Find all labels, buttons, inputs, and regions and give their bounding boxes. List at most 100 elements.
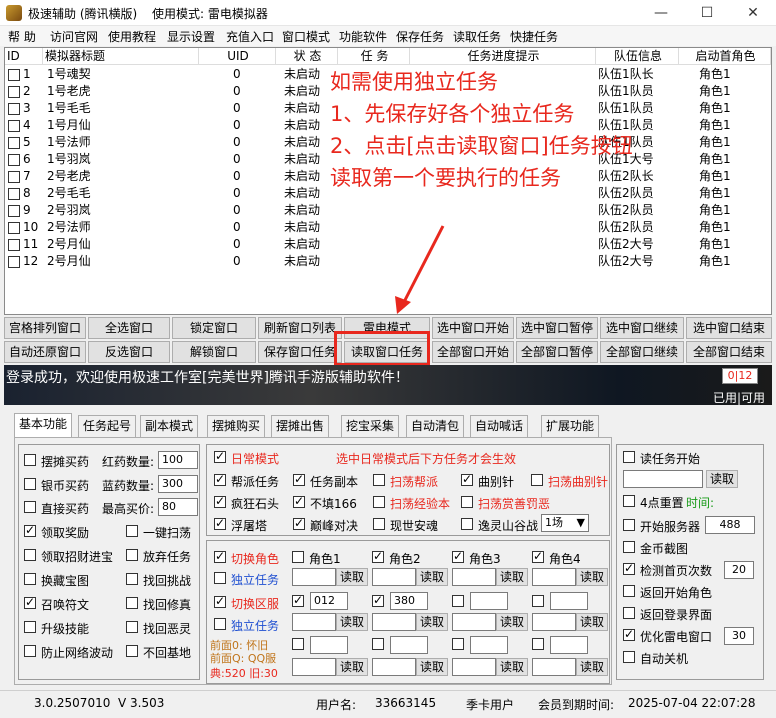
row-id-cell[interactable]: 7: [8, 168, 42, 185]
row-checkbox[interactable]: [8, 187, 20, 200]
role-task-input[interactable]: [452, 568, 496, 586]
role-task-input[interactable]: [372, 613, 416, 631]
row-checkbox[interactable]: [8, 255, 20, 268]
stop-all-button[interactable]: 全部窗口结束: [686, 341, 772, 363]
server2-input[interactable]: [310, 636, 348, 654]
daily-task-checkbox[interactable]: [373, 518, 385, 530]
row-id-cell[interactable]: 9: [8, 202, 42, 219]
tab-task-start[interactable]: 任务起号: [78, 415, 137, 437]
daily-task-checkbox[interactable]: [214, 494, 226, 508]
role-task-input[interactable]: [452, 613, 496, 631]
col-id[interactable]: ID: [5, 48, 43, 65]
table-row[interactable]: 9 2号羽岚 0 未启动 队伍2队员 角色1: [5, 202, 771, 219]
stop-selected-button[interactable]: 选中窗口结束: [686, 317, 772, 339]
server2-checkbox[interactable]: [452, 638, 464, 650]
switch-server-checkbox[interactable]: [214, 594, 226, 608]
role-read-button[interactable]: 读取: [576, 613, 608, 631]
blue-potion-input[interactable]: 300: [158, 475, 198, 493]
pause-all-button[interactable]: 全部窗口暂停: [516, 341, 598, 363]
menu-website[interactable]: 访问官网: [50, 28, 98, 45]
role-read-button[interactable]: 读取: [416, 613, 448, 631]
left-item-checkbox[interactable]: [24, 549, 36, 561]
auto-shutdown-checkbox[interactable]: [623, 651, 635, 663]
row-id-cell[interactable]: 5: [8, 134, 42, 151]
right-item-checkbox[interactable]: [126, 549, 138, 561]
role-checkbox[interactable]: [532, 549, 544, 563]
menu-read-task[interactable]: 读取任务: [453, 28, 501, 45]
server-checkbox[interactable]: [452, 595, 464, 607]
role-checkbox[interactable]: [452, 549, 464, 563]
role-read-button[interactable]: 读取: [336, 568, 368, 586]
server-input[interactable]: 012: [310, 592, 348, 610]
right-item-checkbox[interactable]: [126, 621, 138, 633]
resume-selected-button[interactable]: 选中窗口继续: [600, 317, 684, 339]
independent-task2-checkbox[interactable]: [214, 618, 226, 630]
battle-select[interactable]: 1场 ▼: [541, 514, 589, 532]
select-all-button[interactable]: 全选窗口: [88, 317, 170, 339]
unlock-window-button[interactable]: 解锁窗口: [172, 341, 256, 363]
start-server-checkbox[interactable]: [623, 519, 635, 531]
detect-home-checkbox[interactable]: [623, 561, 635, 575]
menu-help[interactable]: 帮 助: [8, 28, 36, 45]
left-item-checkbox[interactable]: [24, 621, 36, 633]
col-status[interactable]: 状 态: [276, 48, 338, 65]
role-task-input[interactable]: [372, 658, 416, 676]
daily-task-checkbox[interactable]: [531, 474, 543, 486]
tab-auto-shout[interactable]: 自动喊话: [470, 415, 529, 437]
role-read-button[interactable]: 读取: [416, 568, 448, 586]
server-checkbox[interactable]: [372, 593, 384, 607]
role-checkbox[interactable]: [292, 551, 304, 563]
server2-checkbox[interactable]: [372, 638, 384, 650]
server2-input[interactable]: [470, 636, 508, 654]
row-id-cell[interactable]: 8: [8, 185, 42, 202]
menu-tutorial[interactable]: 使用教程: [108, 28, 156, 45]
left-item-checkbox[interactable]: [24, 478, 36, 490]
daily-task-checkbox[interactable]: [293, 494, 305, 508]
server2-checkbox[interactable]: [532, 638, 544, 650]
col-progress[interactable]: 任务进度提示: [410, 48, 596, 65]
read-task-start-checkbox[interactable]: [623, 451, 635, 463]
daily-task-checkbox[interactable]: [293, 516, 305, 530]
tab-basic[interactable]: 基本功能: [14, 413, 73, 437]
row-id-cell[interactable]: 2: [8, 83, 42, 100]
col-uid[interactable]: UID: [199, 48, 276, 65]
independent-task-checkbox[interactable]: [214, 572, 226, 584]
tab-dungeon[interactable]: 副本模式: [140, 415, 199, 437]
reset-4-checkbox[interactable]: [623, 495, 635, 507]
grid-arrange-button[interactable]: 宫格排列窗口: [4, 317, 86, 339]
auto-restore-button[interactable]: 自动还原窗口: [4, 341, 86, 363]
row-checkbox[interactable]: [8, 153, 20, 166]
server2-checkbox[interactable]: [292, 638, 304, 650]
refresh-list-button[interactable]: 刷新窗口列表: [258, 317, 342, 339]
row-checkbox[interactable]: [8, 204, 20, 217]
tab-extend[interactable]: 扩展功能: [541, 415, 600, 437]
daily-task-checkbox[interactable]: [461, 518, 473, 530]
server-input[interactable]: [470, 592, 508, 610]
row-checkbox[interactable]: [8, 238, 20, 251]
role-task-input[interactable]: [292, 613, 336, 631]
start-server-input[interactable]: 488: [705, 516, 755, 534]
max-price-input[interactable]: 80: [158, 498, 198, 516]
close-button[interactable]: ✕: [730, 0, 776, 26]
menu-display[interactable]: 显示设置: [167, 28, 215, 45]
role-read-button[interactable]: 读取: [496, 568, 528, 586]
server2-input[interactable]: [390, 636, 428, 654]
emulator-list[interactable]: ID 模拟器标题 UID 状 态 任 务 任务进度提示 队伍信息 启动首角色 1…: [4, 47, 772, 315]
row-checkbox[interactable]: [8, 85, 20, 98]
role-read-button[interactable]: 读取: [576, 568, 608, 586]
daily-task-checkbox[interactable]: [214, 472, 226, 486]
col-role[interactable]: 启动首角色: [679, 48, 771, 65]
row-id-cell[interactable]: 10: [8, 219, 42, 236]
minimize-button[interactable]: —: [638, 0, 684, 26]
lock-window-button[interactable]: 锁定窗口: [172, 317, 256, 339]
row-id-cell[interactable]: 6: [8, 151, 42, 168]
daily-task-checkbox[interactable]: [373, 496, 385, 508]
left-item-checkbox[interactable]: [24, 523, 36, 537]
left-item-checkbox[interactable]: [24, 595, 36, 609]
maximize-button[interactable]: ☐: [684, 0, 730, 26]
optimize-leidian-checkbox[interactable]: [623, 627, 635, 641]
row-checkbox[interactable]: [8, 68, 20, 81]
role-read-button[interactable]: 读取: [576, 658, 608, 676]
daily-task-checkbox[interactable]: [214, 516, 226, 530]
row-id-cell[interactable]: 12: [8, 253, 42, 270]
